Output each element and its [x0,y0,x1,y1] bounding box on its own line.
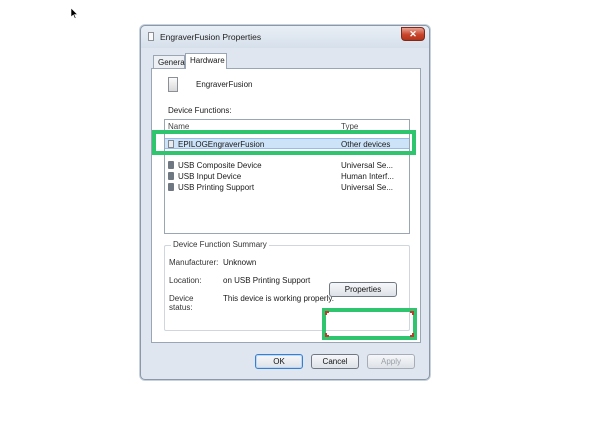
usb-icon [168,183,174,191]
list-item-type: Human Interf... [341,172,394,181]
window-title: EngraverFusion Properties [160,32,262,42]
hardware-panel: EngraverFusion Device Functions: Name Ty… [151,68,421,343]
status-label: Device status: [169,294,194,312]
corner-mark [410,333,414,337]
location-value: on USB Printing Support [223,276,311,285]
usb-icon [168,161,174,169]
corner-mark [410,311,414,315]
mouse-cursor-icon [71,8,79,19]
manufacturer-value: Unknown [223,258,257,267]
device-functions-label: Device Functions: [168,106,232,115]
manufacturer-label: Manufacturer: [169,258,219,267]
list-item-name: USB Composite Device [178,161,262,170]
ok-button[interactable]: OK [255,354,303,369]
list-item-type: Universal Se... [341,161,394,170]
tab-general[interactable]: General [153,55,186,68]
title-bar[interactable]: EngraverFusion Properties ✕ [141,26,429,48]
device-name: EngraverFusion [196,80,253,89]
list-item[interactable]: USB Printing Support Universal Se... [165,182,409,193]
properties-button[interactable]: Properties [329,282,397,297]
list-item-name: USB Printing Support [178,183,255,192]
document-icon [148,32,154,41]
list-item-name: USB Input Device [178,172,242,181]
corner-mark [325,333,329,337]
printer-icon [168,77,178,92]
apply-button: Apply [367,354,415,369]
list-item[interactable]: USB Composite Device Universal Se... [165,160,409,171]
list-item-type: Universal Se... [341,183,394,192]
summary-title: Device Function Summary [171,240,269,249]
list-item[interactable]: USB Input Device Human Interf... [165,171,409,182]
tab-hardware[interactable]: Hardware [185,53,227,69]
highlight-box-device-row [152,130,416,155]
cancel-button[interactable]: Cancel [311,354,359,369]
close-button[interactable]: ✕ [401,27,425,41]
corner-mark [325,311,329,315]
location-label: Location: [169,276,202,285]
usb-icon [168,172,174,180]
highlight-box-properties [322,308,417,340]
status-value: This device is working properly. [223,294,335,303]
